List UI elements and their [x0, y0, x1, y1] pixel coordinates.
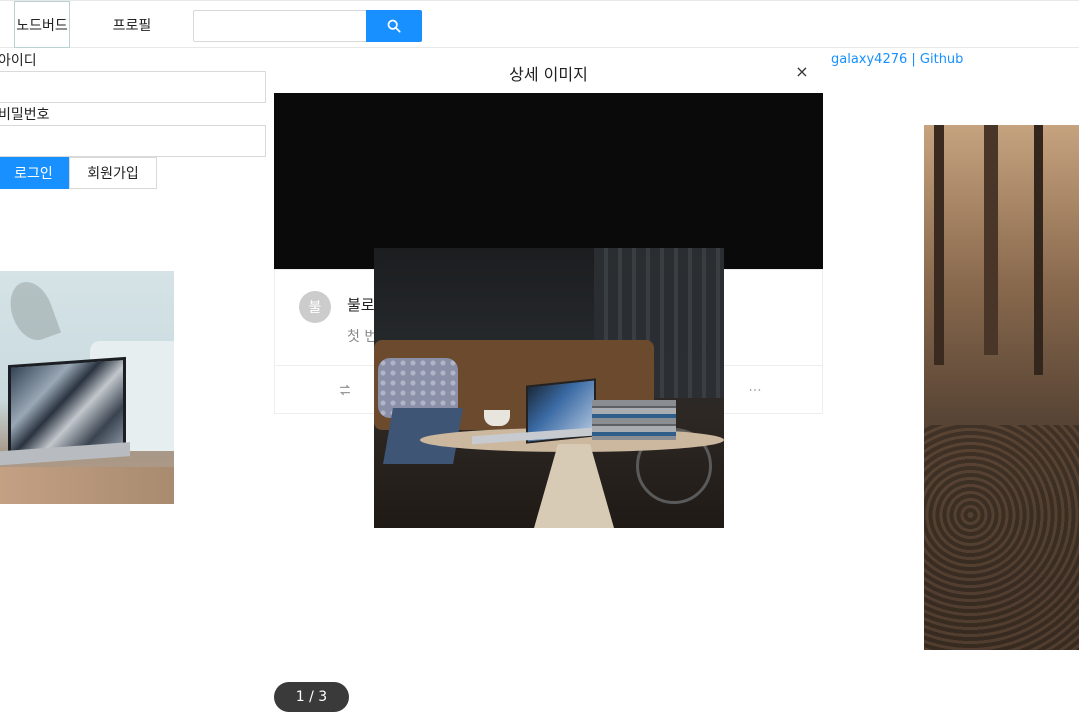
search-button[interactable] — [366, 10, 422, 42]
id-input[interactable] — [0, 71, 266, 103]
login-button[interactable]: 로그인 — [0, 157, 69, 189]
search-icon — [387, 19, 401, 33]
avatar[interactable]: 불 — [299, 291, 331, 323]
search-input[interactable] — [193, 10, 367, 42]
laptop-photo-left — [0, 271, 174, 504]
top-nav: 노드버드 프로필 — [0, 0, 1079, 48]
modal-title: 상세 이미지 — [509, 65, 588, 84]
signup-button[interactable]: 회원가입 — [69, 157, 157, 189]
close-icon[interactable]: × — [792, 61, 812, 81]
retweet-icon[interactable] — [335, 380, 355, 400]
nav-home[interactable]: 노드버드 — [14, 1, 70, 48]
github-link[interactable]: galaxy4276 | Github — [831, 52, 963, 67]
id-label: 아이디 — [0, 53, 37, 69]
forest-photo-right — [924, 125, 1079, 650]
nav-profile[interactable]: 프로필 — [96, 1, 168, 48]
password-input[interactable] — [0, 125, 266, 157]
password-label: 비밀번호 — [0, 107, 50, 123]
detail-image[interactable] — [374, 248, 724, 528]
modal-image-backdrop — [274, 93, 823, 269]
post-title: 불로 — [347, 296, 375, 314]
image-pagination: 1 / 3 — [274, 682, 349, 712]
image-modal-header: 상세 이미지 × — [274, 49, 823, 93]
post-description: 첫 번 — [347, 329, 378, 345]
ellipsis-icon[interactable] — [745, 380, 765, 400]
